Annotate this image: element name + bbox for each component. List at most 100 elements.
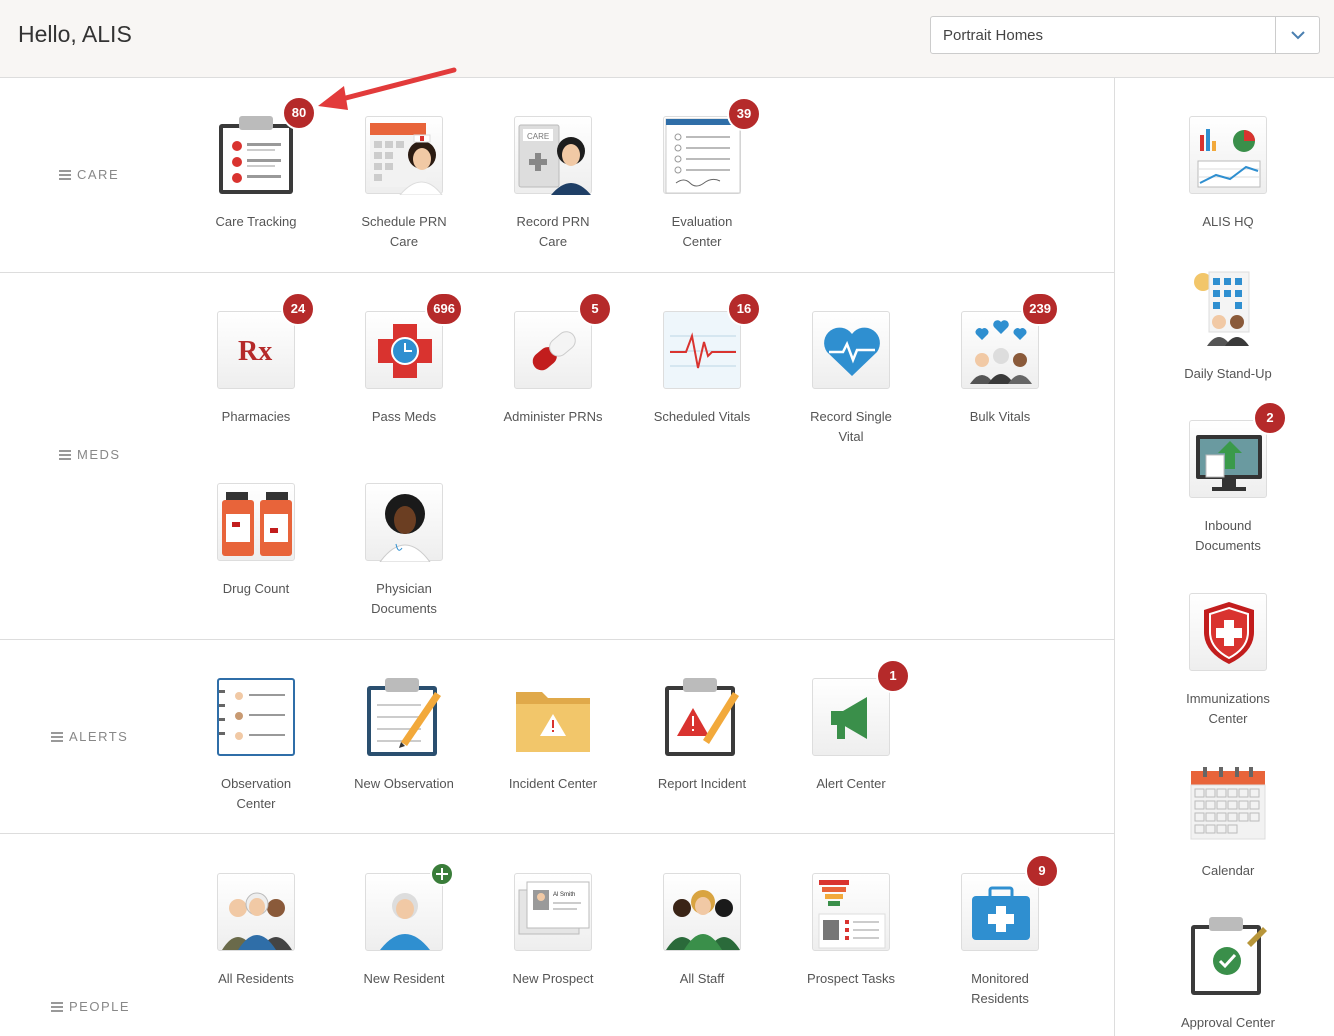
main-dashboard: CARE 80 Care Tracking Schedule PRN Care C… — [0, 78, 1115, 1036]
clipboard-approve-icon — [1189, 917, 1267, 995]
calendar-icon — [1189, 765, 1267, 843]
tile-all-residents[interactable]: All Residents — [186, 873, 326, 989]
organization-select[interactable]: Portrait Homes — [930, 16, 1320, 54]
count-badge: 39 — [727, 97, 761, 131]
tile-daily-stand-up[interactable]: Daily Stand-Up — [1158, 268, 1298, 384]
quick-access-sidebar: ALIS HQ Daily Stand-Up 2 Inbound Document… — [1116, 78, 1334, 1036]
tile-inbound-documents[interactable]: 2 Inbound Documents — [1158, 401, 1298, 556]
tile-approval-center[interactable]: Approval Center — [1158, 917, 1298, 1033]
count-badge: 16 — [727, 292, 761, 326]
tile-label: Scheduled Vitals — [653, 409, 751, 424]
tile-label: Schedule PRN Care — [361, 214, 447, 249]
red-cross-clock-icon: 696 — [365, 292, 463, 389]
tile-pharmacies[interactable]: Rx 24 Pharmacies — [186, 292, 326, 427]
tile-monitored-residents[interactable]: 9 Monitored Residents — [930, 854, 1070, 1009]
tile-evaluation-center[interactable]: 39 Evaluation Center — [632, 97, 772, 252]
monitor-upload-icon: 2 — [1189, 401, 1287, 498]
rx-icon: Rx 24 — [217, 292, 315, 389]
tile-report-incident[interactable]: Report Incident — [632, 678, 772, 794]
tile-new-observation[interactable]: New Observation — [334, 678, 474, 794]
tile-label: Alert Center — [816, 776, 886, 791]
tile-label: Care Tracking — [215, 214, 297, 229]
tile-label: Record Single Vital — [810, 409, 892, 444]
clipboard-pencil-icon — [365, 678, 443, 756]
tile-administer-prns[interactable]: 5 Administer PRNs — [483, 292, 623, 427]
pill-bottles-icon — [217, 483, 295, 561]
section-care: CARE 80 Care Tracking Schedule PRN Care C… — [0, 78, 1115, 273]
notebook-residents-icon — [217, 678, 295, 756]
tile-label: Pass Meds — [371, 409, 437, 424]
tile-record-single-vital[interactable]: Record Single Vital — [781, 311, 921, 447]
tile-immunizations-center[interactable]: Immunizations Center — [1158, 593, 1298, 729]
heartbeat-chart-icon: 16 — [663, 292, 761, 389]
tile-label: Incident Center — [508, 776, 598, 791]
tile-new-resident[interactable]: New Resident — [334, 862, 474, 989]
organization-dropdown-button[interactable] — [1275, 17, 1319, 53]
organization-select-value: Portrait Homes — [943, 27, 1044, 44]
section-label-care: CARE — [59, 167, 119, 182]
section-people: PEOPLE All Residents New Resident Al Smi… — [0, 834, 1115, 1036]
tile-drug-count[interactable]: Drug Count — [186, 483, 326, 599]
tile-label: New Prospect — [512, 971, 594, 986]
funnel-tasks-icon — [812, 873, 890, 951]
evaluation-form-icon: 39 — [663, 97, 761, 194]
building-people-icon — [1189, 268, 1267, 346]
count-badge: 2 — [1253, 401, 1287, 435]
megaphone-icon: 1 — [812, 659, 910, 756]
tile-label: Approval Center — [1181, 1015, 1275, 1030]
tile-alert-center[interactable]: 1 Alert Center — [781, 659, 921, 794]
physician-avatar-icon — [365, 483, 443, 562]
greeting: Hello, ALIS — [18, 21, 132, 47]
tile-label: Inbound Documents — [1195, 518, 1261, 553]
section-label-alerts: ALERTS — [51, 729, 128, 744]
section-alerts: ALERTS Observation Center New Observation… — [0, 640, 1115, 834]
section-label-people: PEOPLE — [51, 999, 130, 1014]
tile-incident-center[interactable]: Incident Center — [483, 678, 623, 794]
tile-record-prn-care[interactable]: CARE Record PRN Care — [483, 116, 623, 252]
tile-label: Observation Center — [220, 776, 292, 811]
pill-capsule-icon: 5 — [514, 292, 612, 389]
heart-pulse-icon — [812, 311, 890, 389]
count-badge: 239 — [1021, 292, 1059, 326]
tile-observation-center[interactable]: Observation Center — [186, 678, 326, 814]
folder-warning-icon — [514, 678, 592, 756]
tile-bulk-vitals[interactable]: 239 Bulk Vitals — [930, 292, 1070, 427]
tile-label: New Observation — [354, 776, 454, 791]
section-label-meds: MEDS — [59, 447, 121, 462]
count-badge: 1 — [876, 659, 910, 693]
clipboard-warning-icon — [663, 678, 741, 756]
tile-label: Monitored Residents — [971, 971, 1029, 1006]
tile-alis-hq[interactable]: ALIS HQ — [1158, 116, 1298, 232]
tile-scheduled-vitals[interactable]: 16 Scheduled Vitals — [632, 292, 772, 427]
top-header: Hello, ALIS Portrait Homes — [0, 0, 1334, 78]
chart-caregiver-icon: CARE — [514, 116, 592, 195]
add-badge — [430, 862, 454, 886]
tile-all-staff[interactable]: All Staff — [632, 873, 772, 989]
tile-schedule-prn-care[interactable]: Schedule PRN Care — [334, 116, 474, 252]
plus-icon — [436, 868, 448, 880]
tile-prospect-tasks[interactable]: Prospect Tasks — [781, 873, 921, 989]
menu-lines-icon — [59, 169, 71, 180]
tile-label: Immunizations Center — [1186, 691, 1270, 726]
tile-care-tracking[interactable]: 80 Care Tracking — [186, 96, 326, 232]
tile-label: Physician Documents — [371, 581, 437, 616]
tile-new-prospect[interactable]: Al Smith New Prospect — [483, 873, 623, 989]
tile-calendar[interactable]: Calendar — [1158, 765, 1298, 881]
menu-lines-icon — [51, 731, 63, 742]
tile-physician-documents[interactable]: Physician Documents — [334, 483, 474, 619]
calendar-nurse-icon — [365, 116, 443, 195]
tile-label: Drug Count — [222, 581, 290, 596]
count-badge: 5 — [578, 292, 612, 326]
count-badge: 9 — [1025, 854, 1059, 888]
shield-cross-icon — [1189, 593, 1267, 671]
tile-label: Evaluation Center — [671, 214, 733, 249]
tile-label: Record PRN Care — [516, 214, 590, 249]
menu-lines-icon — [51, 1001, 63, 1012]
id-card-icon: Al Smith — [514, 873, 592, 951]
tile-pass-meds[interactable]: 696 Pass Meds — [334, 292, 474, 427]
tile-label: New Resident — [363, 971, 445, 986]
clipboard-checklist-icon: 80 — [217, 96, 316, 194]
menu-lines-icon — [59, 449, 71, 460]
svg-text:Rx: Rx — [238, 336, 272, 367]
tile-label: All Staff — [679, 971, 725, 986]
